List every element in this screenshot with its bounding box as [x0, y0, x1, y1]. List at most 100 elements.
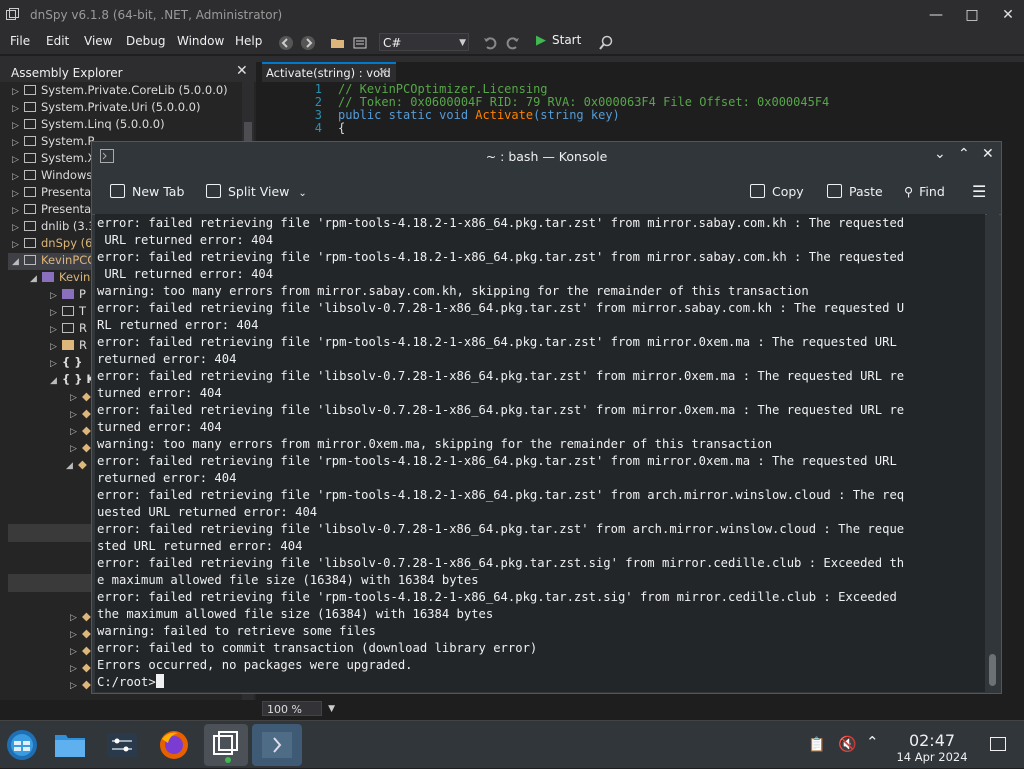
menu-help[interactable]: Help [235, 34, 262, 48]
terminal-cursor [155, 674, 164, 688]
clock[interactable]: 02:47 14 Apr 2024 [890, 731, 974, 764]
tree-item[interactable]: ▷ P [50, 287, 86, 304]
tree-item[interactable]: ▷ ◆ [70, 660, 91, 677]
dnspy-task-button[interactable] [204, 724, 248, 766]
tree-item[interactable]: ▷ ◆ [70, 609, 91, 626]
assembly-explorer-header: Assembly Explorer ✕ [0, 62, 256, 82]
tree-item[interactable]: ▷ ◆ [70, 389, 91, 406]
system-settings-icon[interactable] [104, 727, 140, 763]
terminal-line: URL returned error: 404 [97, 233, 274, 247]
selected-member-row[interactable] [8, 574, 92, 592]
selected-member-row[interactable] [8, 524, 92, 542]
tree-item[interactable]: ▷ Presentat [12, 185, 96, 202]
assembly-icon [24, 153, 36, 163]
konsole-task-button[interactable] [252, 724, 302, 766]
dnspy-window-title: dnSpy v6.1.8 (64-bit, .NET, Administrato… [30, 8, 283, 22]
terminal-line: URL returned error: 404 [97, 267, 274, 281]
firefox-icon[interactable] [156, 727, 192, 763]
close-icon[interactable]: ✕ [982, 146, 994, 162]
konsole-window: ~ : bash — Konsole ⌄ ⌃ ✕ New Tab Split V… [91, 141, 1002, 694]
menu-edit[interactable]: Edit [46, 34, 69, 48]
language-select[interactable]: C# ▼ [379, 33, 469, 51]
minimize-icon[interactable]: — [926, 6, 946, 24]
tree-item[interactable]: ▷ ◆ [70, 677, 91, 694]
open-folder-icon[interactable] [330, 35, 346, 51]
menu-debug[interactable]: Debug [126, 34, 165, 48]
tree-item[interactable]: ▷ System.Private.Uri (5.0.0.0) [12, 100, 201, 117]
scrollbar-thumb[interactable] [989, 654, 996, 686]
tree-item[interactable]: ▷ dnlib (3.3 [12, 219, 96, 236]
split-view-icon [206, 184, 221, 198]
tree-item[interactable]: ▷ ◆ [70, 406, 91, 423]
tree-item[interactable]: ▷ System.Private.CoreLib (5.0.0.0) [12, 83, 228, 100]
maximize-icon[interactable]: ⌃ [958, 146, 970, 162]
terminal-line: RL returned error: 404 [97, 318, 259, 332]
tree-item[interactable]: ◢{ } K [50, 372, 95, 389]
class-icon: ◆ [82, 677, 91, 691]
assembly-icon [24, 85, 36, 95]
tree-item[interactable]: ▷ R [50, 338, 87, 355]
paste-button[interactable]: Paste [827, 184, 883, 199]
properties-icon [62, 289, 74, 299]
file-manager-icon[interactable] [52, 727, 88, 763]
search-icon[interactable] [598, 35, 614, 51]
terminal-output[interactable]: error: failed retrieving file 'rpm-tools… [95, 214, 985, 692]
forward-icon[interactable] [300, 35, 316, 51]
menu-window[interactable]: Window [177, 34, 224, 48]
tree-item[interactable]: ▷ ◆ [70, 643, 91, 660]
menu-file[interactable]: File [10, 34, 30, 48]
close-tab-icon[interactable]: ✕ [378, 65, 388, 79]
terminal-line: error: failed retrieving file 'rpm-tools… [97, 250, 905, 264]
terminal-line: error: failed retrieving file 'libsolv-0… [97, 403, 905, 417]
tree-item[interactable]: ▷ ◆ [70, 423, 91, 440]
tree-item[interactable]: ▷{ } [50, 355, 82, 372]
chevron-down-icon: ▼ [459, 38, 466, 48]
tree-item[interactable]: ▷ Presentat [12, 202, 96, 219]
tree-item[interactable]: ▷ T [50, 304, 86, 321]
split-view-button[interactable]: Split View ⌄ [206, 184, 307, 199]
minimize-icon[interactable]: ⌄ [934, 146, 946, 162]
code-editor[interactable]: 1 // KevinPCOptimizer.Licensing 2 // Tok… [262, 82, 1002, 138]
start-menu-icon[interactable] [4, 727, 40, 763]
zoom-value: 100 % [267, 703, 302, 716]
terminal-line: Errors occurred, no packages were upgrad… [97, 658, 413, 672]
tree-item[interactable]: ◢ ◆ [66, 457, 87, 474]
close-panel-icon[interactable]: ✕ [236, 63, 248, 79]
line-number: 1 [314, 82, 322, 96]
tree-item[interactable]: ▷ dnSpy (6 [12, 236, 92, 253]
dnspy-app-icon [213, 731, 238, 763]
hamburger-menu-icon[interactable]: ☰ [972, 182, 986, 201]
tab-activate[interactable]: Activate(string) : void ✕ [262, 62, 396, 82]
tree-item[interactable]: ▷ System.Linq (5.0.0.0) [12, 117, 165, 134]
tree-item[interactable]: ▷ R [50, 321, 87, 338]
chevron-up-icon[interactable]: ⌃ [866, 733, 879, 751]
terminal-scrollbar[interactable] [987, 214, 999, 692]
maximize-icon[interactable]: □ [962, 6, 982, 24]
open-list-icon[interactable] [352, 35, 368, 51]
show-desktop-icon[interactable] [990, 737, 1006, 751]
tree-item[interactable]: ▷ Windows [12, 168, 92, 185]
tree-item[interactable]: ◢ Kevin [30, 270, 90, 287]
zoom-select[interactable]: 100 % ▼ [262, 701, 335, 716]
tree-item[interactable]: ▷ System.X [12, 151, 95, 168]
class-icon: ◆ [82, 440, 91, 454]
tree-item[interactable]: ▷ ◆ [70, 440, 91, 457]
new-tab-button[interactable]: New Tab [110, 184, 184, 199]
start-button[interactable]: ▶ Start [536, 33, 581, 48]
tree-item[interactable]: ▷ ◆ [70, 626, 91, 643]
redo-icon[interactable] [505, 35, 521, 51]
volume-muted-icon[interactable]: 🔇 [838, 735, 857, 753]
copy-button[interactable]: Copy [750, 184, 804, 199]
terminal-line: error: failed retrieving file 'libsolv-0… [97, 556, 905, 570]
terminal-line: error: failed retrieving file 'rpm-tools… [97, 335, 897, 349]
line-number: 3 [314, 108, 322, 122]
back-icon[interactable] [278, 35, 294, 51]
close-icon[interactable]: ✕ [998, 6, 1018, 24]
clipboard-icon[interactable]: 📋 [808, 737, 825, 753]
search-icon: ⚲ [904, 184, 914, 199]
tree-item-selected[interactable]: ◢ KevinPCO [8, 253, 96, 270]
menu-view[interactable]: View [84, 34, 112, 48]
undo-icon[interactable] [482, 35, 498, 51]
find-button[interactable]: ⚲ Find [904, 184, 945, 199]
tree-item[interactable]: ▷ System.P [12, 134, 94, 151]
